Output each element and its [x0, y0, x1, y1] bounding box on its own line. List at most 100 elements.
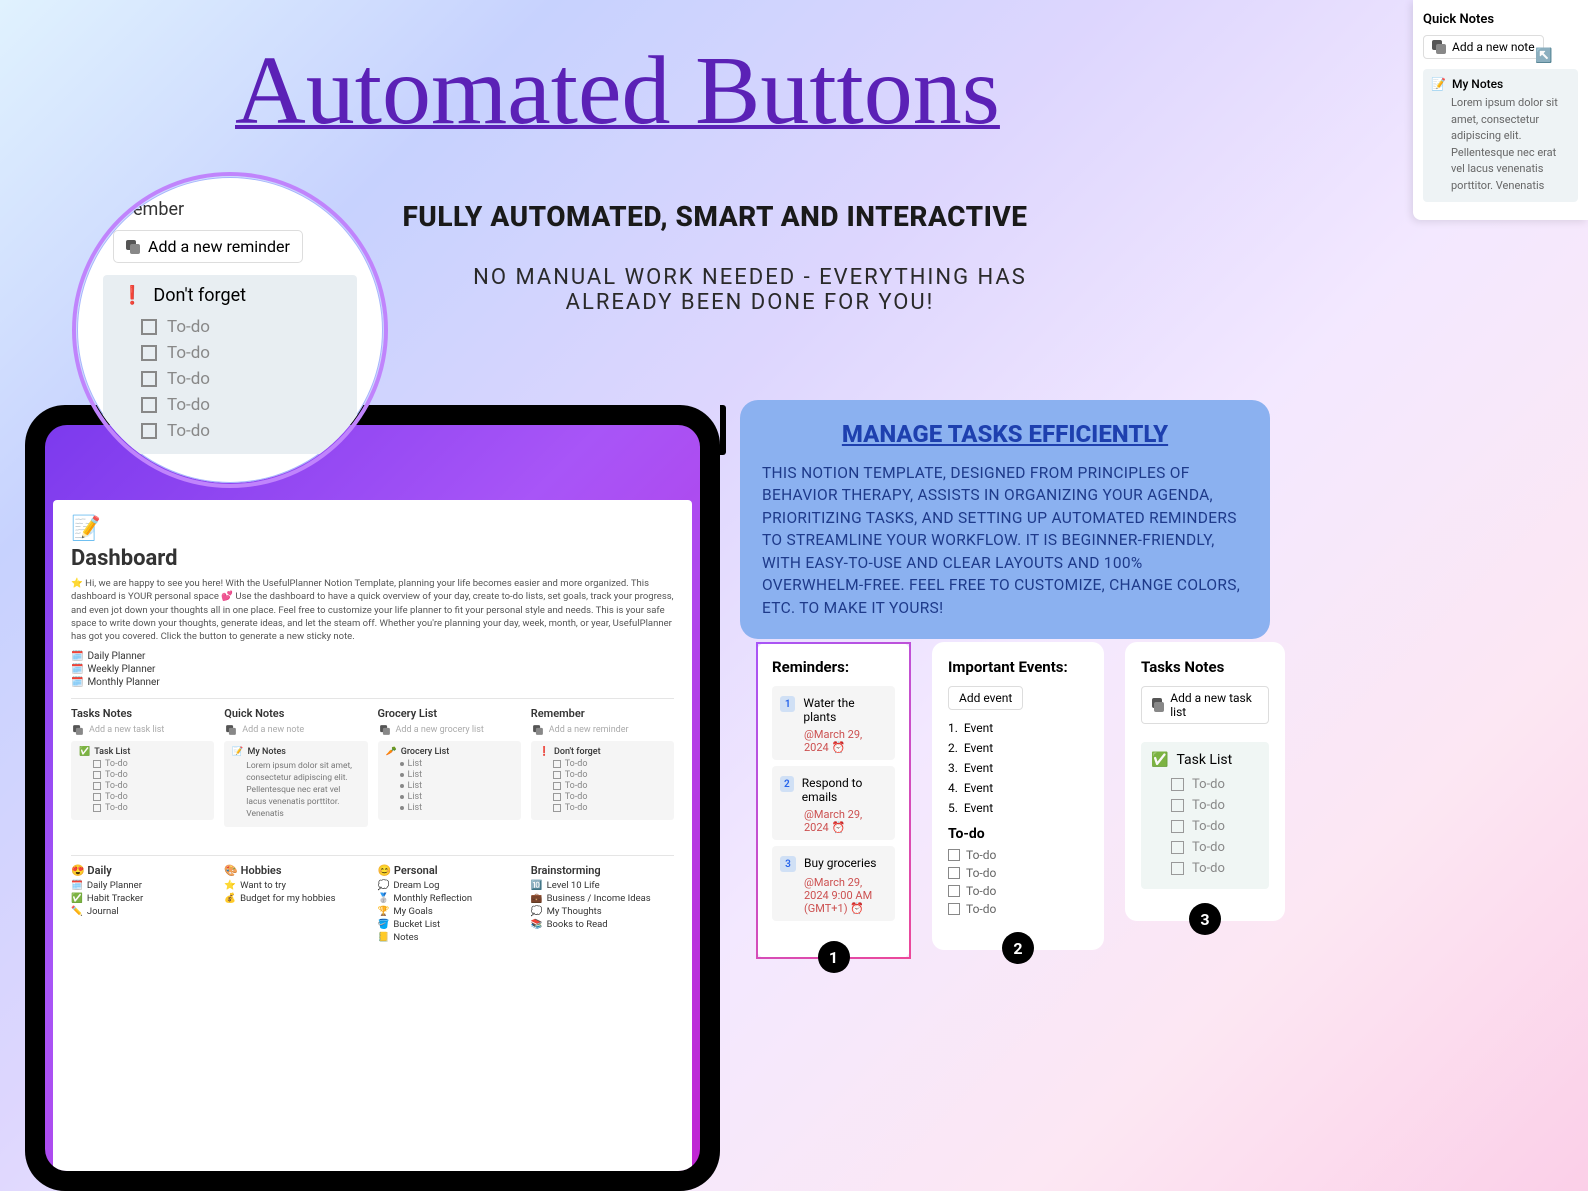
checkbox-icon[interactable] — [1171, 862, 1184, 875]
notion-doc: 📝 Dashboard ⭐ Hi, we are happy to see yo… — [53, 500, 692, 1171]
want-try-link[interactable]: ⭐Want to try — [224, 880, 367, 891]
checkbox-icon[interactable] — [93, 782, 101, 790]
todo[interactable]: To-do — [539, 803, 666, 813]
todo-item[interactable]: To-do — [1151, 774, 1259, 795]
weekly-planner-link[interactable]: 🗓️Weekly Planner — [71, 664, 674, 675]
todo[interactable]: To-do — [79, 792, 206, 802]
checkbox-icon[interactable] — [93, 760, 101, 768]
todo[interactable]: To-do — [79, 781, 206, 791]
todo-item[interactable]: To-do — [121, 366, 343, 392]
habit-tracker-link[interactable]: ✅Habit Tracker — [71, 893, 214, 904]
list-item[interactable]: List — [386, 781, 513, 791]
link-icon: 🥈 — [378, 893, 390, 904]
daily-planner-link[interactable]: 🗓️Daily Planner — [71, 880, 214, 891]
event-row[interactable]: 4. Event — [948, 778, 1088, 798]
list-item[interactable]: List — [386, 792, 513, 802]
add-task-list-button[interactable]: Add a new task list — [1141, 686, 1269, 724]
checkbox-icon[interactable] — [553, 804, 561, 812]
add-note-button[interactable]: Add a new note ↖️ — [1423, 35, 1544, 59]
budget-link[interactable]: 💰Budget for my hobbies — [224, 893, 367, 904]
checkbox-icon[interactable] — [141, 397, 157, 413]
checkbox-icon[interactable] — [948, 885, 960, 897]
notes-link[interactable]: 📒Notes — [378, 932, 521, 943]
goals-link[interactable]: 🏆My Goals — [378, 906, 521, 917]
todo[interactable]: To-do — [539, 759, 666, 769]
todo-item[interactable]: To-do — [1151, 837, 1259, 858]
dream-log-link[interactable]: 💭Dream Log — [378, 880, 521, 891]
todo-item[interactable]: To-do — [121, 392, 343, 418]
todo-item[interactable]: To-do — [121, 418, 343, 444]
thoughts-link[interactable]: 💭My Thoughts — [531, 906, 674, 917]
tasks-col: Tasks Notes Add a new task list ✅Task Li… — [71, 707, 214, 826]
checkbox-icon[interactable] — [141, 319, 157, 335]
business-link[interactable]: 💼Business / Income Ideas — [531, 893, 674, 904]
add-reminder-button[interactable]: Add a new reminder — [113, 230, 303, 263]
bucket-link[interactable]: 🪣Bucket List — [378, 919, 521, 930]
todo[interactable]: To-do — [79, 759, 206, 769]
checkbox-icon[interactable] — [553, 760, 561, 768]
reminder-item[interactable]: 1Water the plants @March 29, 2024 ⏰ — [772, 686, 895, 760]
link-icon: 💰 — [224, 893, 236, 904]
todo[interactable]: To-do — [539, 792, 666, 802]
checkbox-icon[interactable] — [141, 371, 157, 387]
todo-item[interactable]: To-do — [121, 340, 343, 366]
checkbox-icon[interactable] — [553, 771, 561, 779]
checkbox-icon[interactable] — [1171, 820, 1184, 833]
checkbox-icon[interactable] — [553, 782, 561, 790]
checkbox-icon[interactable] — [93, 793, 101, 801]
todo-item[interactable]: To-do — [1151, 858, 1259, 879]
daily-planner-link[interactable]: 🗓️Daily Planner — [71, 651, 674, 662]
todo-item[interactable]: To-do — [1151, 816, 1259, 837]
checkbox-icon[interactable] — [1171, 799, 1184, 812]
event-row[interactable]: 5. Event — [948, 798, 1088, 818]
checkbox-icon[interactable] — [1171, 778, 1184, 791]
todo-item[interactable]: To-do — [948, 846, 1088, 864]
reminder-item[interactable]: 2Respond to emails @March 29, 2024 ⏰ — [772, 766, 895, 840]
event-row[interactable]: 1. Event — [948, 718, 1088, 738]
card-title: Tasks Notes — [1141, 658, 1269, 676]
todo[interactable]: To-do — [79, 803, 206, 813]
todo[interactable]: To-do — [539, 770, 666, 780]
todo[interactable]: To-do — [79, 770, 206, 780]
event-row[interactable]: 2. Event — [948, 738, 1088, 758]
todo-item[interactable]: To-do — [948, 864, 1088, 882]
checkbox-icon[interactable] — [93, 771, 101, 779]
reflection-link[interactable]: 🥈Monthly Reflection — [378, 893, 521, 904]
todo-item[interactable]: To-do — [948, 882, 1088, 900]
event-row[interactable]: 3. Event — [948, 758, 1088, 778]
reminder-item[interactable]: 3Buy groceries @March 29, 2024 9:00 AM (… — [772, 846, 895, 921]
monthly-planner-link[interactable]: 🗓️Monthly Planner — [71, 677, 674, 688]
todo-item[interactable]: To-do — [1151, 795, 1259, 816]
bullet-icon — [400, 762, 404, 766]
checkbox-icon[interactable] — [948, 849, 960, 861]
task-card: ✅Task List To-do To-do To-do To-do To-do — [71, 741, 214, 820]
list-item[interactable]: List — [386, 803, 513, 813]
checkbox-icon[interactable] — [948, 903, 960, 915]
add-event-button[interactable]: Add event — [948, 686, 1023, 710]
divider — [71, 698, 674, 699]
add-note-button[interactable]: Add a new note — [224, 723, 367, 737]
checkbox-icon[interactable] — [141, 423, 157, 439]
checkbox-icon[interactable] — [1171, 841, 1184, 854]
todo-item[interactable]: To-do — [121, 314, 343, 340]
checkbox-icon[interactable] — [553, 793, 561, 801]
button-icon — [380, 726, 390, 736]
list-item[interactable]: List — [386, 770, 513, 780]
add-task-button[interactable]: Add a new task list — [71, 723, 214, 737]
checkbox-icon[interactable] — [948, 867, 960, 879]
level10-link[interactable]: 🔟Level 10 Life — [531, 880, 674, 891]
page-title: Automated Buttons — [235, 35, 1000, 147]
todo[interactable]: To-do — [539, 781, 666, 791]
todo-item[interactable]: To-do — [948, 900, 1088, 918]
step-badge: 1 — [818, 941, 850, 973]
journal-link[interactable]: ✏️Journal — [71, 906, 214, 917]
quick-notes-card: Quick Notes Add a new note ↖️ 📝 My Notes… — [1413, 0, 1588, 220]
list-item[interactable]: List — [386, 759, 513, 769]
checkbox-icon[interactable] — [141, 345, 157, 361]
planner-links: 🗓️Daily Planner 🗓️Weekly Planner 🗓️Month… — [71, 651, 674, 688]
books-link[interactable]: 📚Books to Read — [531, 919, 674, 930]
add-grocery-button[interactable]: Add a new grocery list — [378, 723, 521, 737]
add-reminder-button[interactable]: Add a new reminder — [531, 723, 674, 737]
checkbox-icon[interactable] — [93, 804, 101, 812]
task-list-title: ✅ Task List — [1151, 752, 1259, 768]
